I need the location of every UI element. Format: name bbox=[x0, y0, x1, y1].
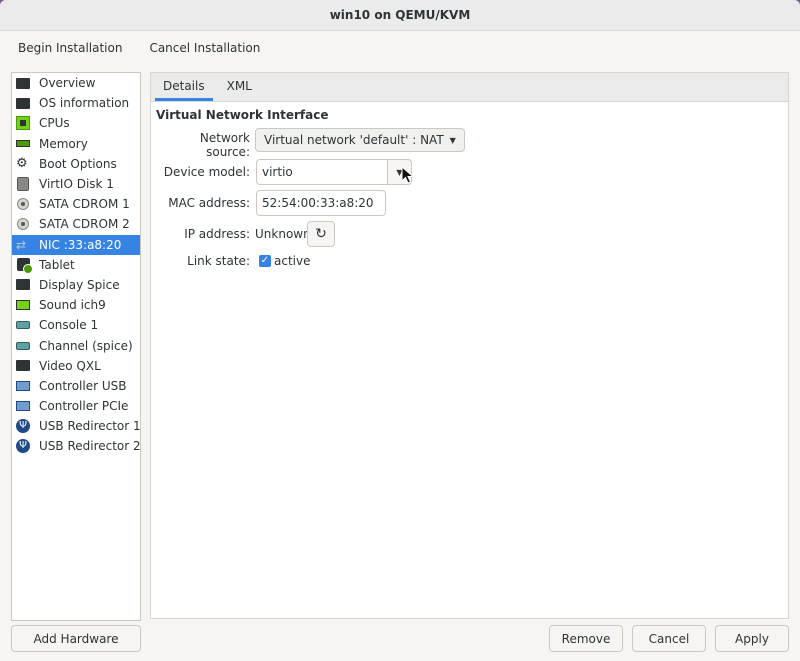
link-state-checkbox[interactable]: ✓ bbox=[259, 255, 271, 267]
sidebar-item-tablet[interactable]: Tablet bbox=[12, 255, 140, 275]
refresh-ip-button[interactable]: ↻ bbox=[307, 221, 335, 247]
mouse-cursor-icon bbox=[401, 166, 415, 184]
link-state-value: active bbox=[274, 254, 311, 268]
sidebar-item-label: Overview bbox=[39, 76, 96, 91]
refresh-icon: ↻ bbox=[315, 226, 327, 242]
sidebar-item-nic[interactable]: ⇄ NIC :33:a8:20 bbox=[12, 234, 140, 255]
sidebar-item-usb-redirector-1[interactable]: Ψ USB Redirector 1 bbox=[12, 416, 141, 436]
serial-icon bbox=[16, 318, 30, 332]
sidebar-item-label: Channel (spice) bbox=[39, 338, 133, 353]
sidebar-item-console-1[interactable]: Console 1 bbox=[12, 315, 140, 335]
network-source-dropdown[interactable]: Virtual network 'default' : NAT ▼ bbox=[255, 128, 465, 152]
toolbar: Begin Installation Cancel Installation bbox=[0, 31, 800, 65]
device-model-value: virtio bbox=[262, 165, 293, 179]
monitor-icon bbox=[16, 96, 30, 110]
sidebar-item-sound-ich9[interactable]: Sound ich9 bbox=[12, 295, 140, 315]
title-bar[interactable]: win10 on QEMU/KVM bbox=[0, 0, 800, 31]
chevron-down-icon: ▼ bbox=[449, 135, 456, 145]
section-title: Virtual Network Interface bbox=[156, 108, 329, 122]
sidebar-item-controller-usb[interactable]: Controller USB bbox=[12, 376, 140, 396]
sidebar-item-virtio-disk-1[interactable]: VirtIO Disk 1 bbox=[12, 174, 140, 194]
cdrom-icon bbox=[16, 197, 30, 211]
sidebar-item-label: USB Redirector 1 bbox=[39, 419, 141, 434]
sidebar-item-label: CPUs bbox=[39, 116, 70, 131]
link-state-label: Link state: bbox=[187, 254, 250, 268]
begin-installation-button[interactable]: Begin Installation bbox=[10, 37, 130, 59]
sidebar-item-overview[interactable]: Overview bbox=[12, 73, 140, 93]
sidebar-item-video-qxl[interactable]: Video QXL bbox=[12, 356, 140, 376]
sidebar-item-label: Controller USB bbox=[39, 378, 127, 393]
hardware-list: Overview OS information CPUs Memory ⚙ Bo… bbox=[11, 72, 141, 621]
details-panel: Details XML Virtual Network Interface Ne… bbox=[150, 72, 789, 619]
apply-button[interactable]: Apply bbox=[715, 625, 789, 652]
sidebar-item-controller-pcie[interactable]: Controller PCIe bbox=[12, 396, 140, 416]
sidebar-item-label: USB Redirector 2 bbox=[39, 439, 141, 454]
cancel-button[interactable]: Cancel bbox=[632, 625, 706, 652]
cancel-installation-button[interactable]: Cancel Installation bbox=[141, 37, 268, 59]
memory-icon bbox=[16, 137, 30, 151]
monitor-icon bbox=[16, 359, 30, 373]
sidebar-item-os-information[interactable]: OS information bbox=[12, 93, 140, 113]
monitor-icon bbox=[16, 278, 30, 292]
tab-xml[interactable]: XML bbox=[219, 73, 260, 101]
network-icon: ⇄ bbox=[16, 237, 27, 252]
checkmark-icon: ✓ bbox=[260, 255, 270, 266]
device-model-label: Device model: bbox=[163, 165, 250, 179]
sidebar-item-label: Sound ich9 bbox=[39, 298, 106, 313]
sidebar-item-cpus[interactable]: CPUs bbox=[12, 113, 140, 133]
monitor-icon bbox=[16, 76, 30, 90]
cpu-icon bbox=[16, 116, 30, 131]
tab-details[interactable]: Details bbox=[155, 73, 213, 101]
sidebar-item-label: Controller PCIe bbox=[39, 399, 129, 414]
device-model-entry[interactable]: virtio bbox=[256, 159, 388, 185]
disk-icon bbox=[16, 177, 30, 192]
mac-address-field[interactable]: 52:54:00:33:a8:20 bbox=[256, 190, 386, 216]
usb-icon: Ψ bbox=[16, 439, 30, 454]
add-hardware-button[interactable]: Add Hardware bbox=[11, 625, 141, 652]
usb-icon: Ψ bbox=[16, 419, 30, 434]
sidebar-item-label: VirtIO Disk 1 bbox=[39, 177, 114, 192]
cdrom-icon bbox=[16, 217, 30, 231]
controller-icon bbox=[16, 399, 30, 413]
sidebar-item-label: Boot Options bbox=[39, 156, 117, 171]
serial-icon bbox=[16, 339, 30, 353]
controller-icon bbox=[16, 379, 30, 393]
sidebar-item-label: SATA CDROM 2 bbox=[39, 217, 130, 232]
sidebar-item-label: SATA CDROM 1 bbox=[39, 197, 130, 212]
sound-card-icon bbox=[16, 298, 30, 312]
sidebar-item-label: Console 1 bbox=[39, 318, 99, 333]
ip-address-label: IP address: bbox=[184, 227, 250, 241]
sidebar-item-memory[interactable]: Memory bbox=[12, 134, 140, 154]
gear-icon: ⚙ bbox=[16, 155, 28, 171]
tab-bar: Details XML bbox=[151, 73, 788, 102]
sidebar-item-display-spice[interactable]: Display Spice bbox=[12, 275, 140, 295]
network-source-label: Network source: bbox=[199, 131, 250, 159]
sidebar-item-label: NIC :33:a8:20 bbox=[39, 237, 122, 252]
mac-address-value: 52:54:00:33:a8:20 bbox=[262, 196, 374, 210]
sidebar-item-label: Video QXL bbox=[39, 358, 101, 373]
dialog-window: win10 on QEMU/KVM Begin Installation Can… bbox=[0, 0, 800, 661]
sidebar-item-sata-cdrom-1[interactable]: SATA CDROM 1 bbox=[12, 194, 140, 214]
sidebar-item-label: Memory bbox=[39, 136, 88, 151]
network-source-value: Virtual network 'default' : NAT bbox=[264, 133, 444, 147]
window-title: win10 on QEMU/KVM bbox=[329, 8, 471, 22]
sidebar-item-boot-options[interactable]: ⚙ Boot Options bbox=[12, 154, 140, 174]
sidebar-item-label: OS information bbox=[39, 96, 130, 111]
sidebar-item-sata-cdrom-2[interactable]: SATA CDROM 2 bbox=[12, 214, 140, 234]
sidebar-item-channel-spice[interactable]: Channel (spice) bbox=[12, 335, 140, 355]
remove-button[interactable]: Remove bbox=[549, 625, 623, 652]
tablet-icon bbox=[16, 258, 33, 275]
sidebar-item-label: Tablet bbox=[39, 257, 75, 272]
sidebar-item-label: Display Spice bbox=[39, 277, 120, 292]
sidebar-item-usb-redirector-2[interactable]: Ψ USB Redirector 2 bbox=[12, 436, 141, 456]
mac-address-label: MAC address: bbox=[168, 196, 250, 210]
ip-address-value: Unknown bbox=[255, 227, 311, 241]
